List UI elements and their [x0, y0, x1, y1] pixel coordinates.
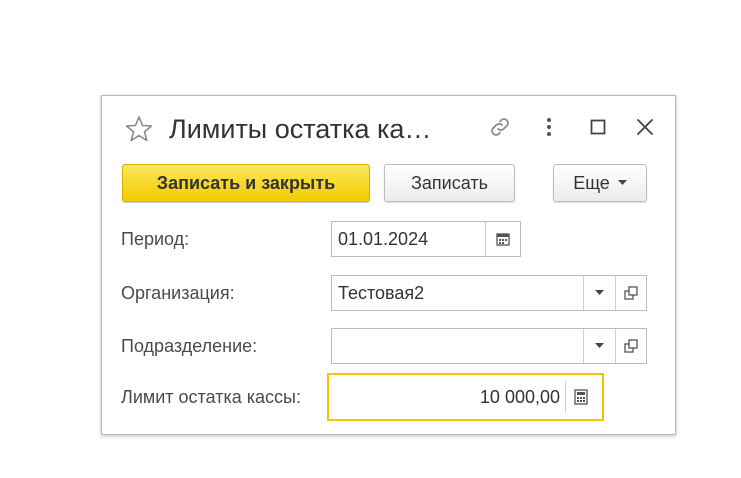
department-field[interactable]	[331, 328, 647, 364]
cash-limit-field[interactable]: 10 000,00	[327, 373, 604, 421]
period-value: 01.01.2024	[338, 229, 429, 249]
save-label: Записать	[411, 172, 488, 193]
period-field[interactable]: 01.01.2024	[331, 221, 521, 257]
link-icon[interactable]	[485, 112, 515, 142]
save-and-close-button[interactable]: Записать и закрыть	[122, 164, 370, 202]
favorite-star-icon[interactable]	[124, 114, 154, 144]
cash-limit-label: Лимит остатка кассы:	[121, 387, 301, 407]
dropdown-arrow-icon[interactable]	[583, 329, 614, 363]
organization-label: Организация:	[121, 283, 235, 303]
organization-value: Тестовая2	[338, 283, 425, 303]
organization-field[interactable]: Тестовая2	[331, 275, 647, 311]
open-link-icon[interactable]	[615, 276, 646, 310]
chevron-down-icon	[617, 180, 627, 186]
dialog-window: Лимиты остатка ка… Записать и закрыть За…	[101, 95, 676, 435]
close-icon[interactable]	[630, 112, 660, 142]
save-button[interactable]: Записать	[384, 164, 515, 202]
maximize-icon[interactable]	[583, 112, 613, 142]
cash-limit-value: 10 000,00	[479, 387, 560, 407]
more-vertical-icon[interactable]	[534, 112, 564, 142]
department-label: Подразделение:	[121, 336, 258, 356]
window-title: Лимиты остатка ка…	[169, 114, 432, 144]
dropdown-arrow-icon[interactable]	[583, 276, 614, 310]
save-and-close-label: Записать и закрыть	[156, 172, 336, 193]
more-button[interactable]: Еще	[553, 164, 647, 202]
calendar-icon[interactable]	[485, 222, 520, 256]
calculator-icon[interactable]	[565, 381, 596, 413]
more-label: Еще	[573, 172, 610, 193]
period-label: Период:	[121, 229, 190, 249]
open-link-icon[interactable]	[615, 329, 646, 363]
